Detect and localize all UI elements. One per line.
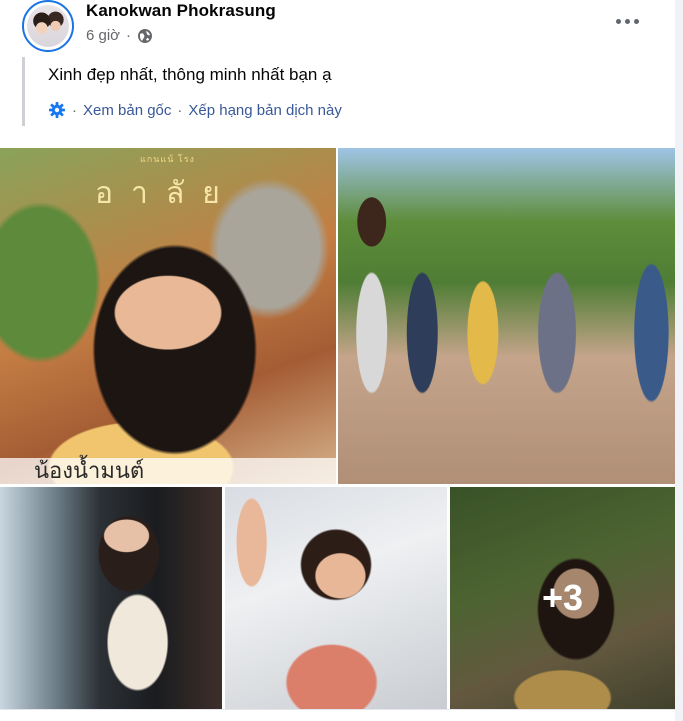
photo-4[interactable]: [225, 487, 447, 709]
translation-quote-bar: [22, 57, 25, 126]
more-dot: [633, 18, 639, 24]
gear-icon[interactable]: [48, 101, 66, 119]
see-original-link[interactable]: Xem bản gốc: [83, 102, 171, 119]
photo-1-title-text: อาลัย: [95, 176, 238, 211]
post-time[interactable]: 6 giờ: [86, 27, 120, 44]
feed-post: Kanokwan Phokrasung 6 giờ · Xinh đẹp nhấ…: [0, 0, 675, 721]
post-meta: 6 giờ ·: [86, 27, 153, 44]
photo-1-caption: น้องน้ำมนต์: [34, 459, 145, 484]
globe-icon[interactable]: [137, 28, 153, 44]
divider: [0, 709, 675, 710]
rate-translation-link[interactable]: Xếp hạng bản dịch này: [188, 102, 341, 119]
more-horizontal-icon: [615, 18, 621, 24]
translated-text: Xinh đẹp nhất, thông minh nhất bạn ạ: [48, 65, 332, 84]
photo-1[interactable]: แกนแน้ โรง อาลัย น้องน้ำมนต์: [0, 148, 336, 484]
more-dot: [624, 18, 630, 24]
separator-dot: ·: [126, 27, 132, 44]
photo-3[interactable]: [0, 487, 222, 709]
avatar-image: [27, 5, 69, 47]
separator-dot: ·: [72, 101, 77, 119]
translation-controls: · Xem bản gốc · Xếp hạng bản dịch này: [48, 101, 342, 119]
photo-5[interactable]: +3: [450, 487, 675, 709]
more-photos-count: +3: [541, 577, 584, 618]
author-name[interactable]: Kanokwan Phokrasung: [86, 1, 276, 21]
author-avatar[interactable]: [22, 0, 74, 52]
more-options-button[interactable]: [605, 6, 649, 36]
photo-2[interactable]: [338, 148, 675, 484]
photo-1-small-text: แกนแน้ โรง: [140, 154, 195, 164]
separator-dot: ·: [177, 101, 183, 119]
